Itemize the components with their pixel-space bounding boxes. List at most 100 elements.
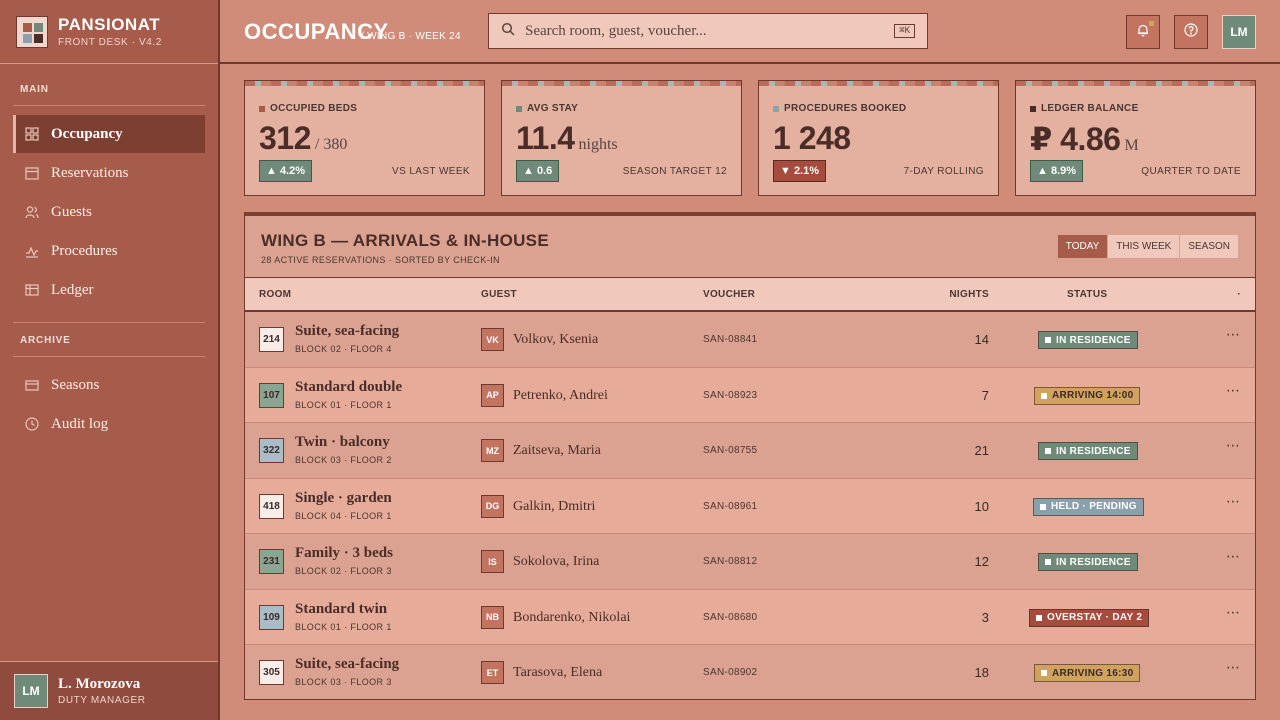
- legend-swatch: [1030, 105, 1036, 112]
- sidebar-item-ledger[interactable]: Ledger: [13, 271, 205, 309]
- more-actions-icon[interactable]: ⋯: [1226, 604, 1241, 621]
- period-tabs: TODAY THIS WEEK SEASON: [1055, 234, 1239, 259]
- room-location: BLOCK 02 · FLOOR 3: [295, 566, 392, 576]
- table-row[interactable]: 322 Twin · balcony BLOCK 03 · FLOOR 2 MZ Zai…: [245, 423, 1255, 479]
- room-type: Twin · balcony: [295, 434, 390, 450]
- sidebar-item-guests[interactable]: Guests: [13, 193, 205, 231]
- status-label: OVERSTAY · DAY 2: [1047, 612, 1143, 623]
- sidebar-item-seasons[interactable]: Seasons: [13, 366, 205, 404]
- guest-avatar: MZ: [481, 439, 504, 462]
- voucher-code: SAN-08841: [703, 334, 758, 345]
- search-box[interactable]: ⌘K: [488, 13, 928, 49]
- legend-swatch: [773, 105, 779, 112]
- table-body: 214 Suite, sea-facing BLOCK 02 · FLOOR 4 VK…: [245, 312, 1255, 699]
- sidebar-item-reservations[interactable]: Reservations: [13, 154, 205, 192]
- column-header-guest[interactable]: GUEST: [481, 289, 517, 300]
- nights-count: 3: [981, 609, 989, 625]
- brand[interactable]: PANSIONAT FRONT DESK · V4.2: [0, 0, 218, 64]
- status-label: ARRIVING 16:30: [1052, 667, 1134, 679]
- sidebar-item-label: Occupancy: [51, 125, 123, 142]
- table-row[interactable]: 231 Family · 3 beds BLOCK 02 · FLOOR 3 IS So…: [245, 534, 1255, 590]
- column-header-voucher[interactable]: VOUCHER: [703, 289, 755, 300]
- room-number: 418: [259, 493, 284, 519]
- column-header-room[interactable]: ROOM: [259, 289, 291, 300]
- kpi-stripe: [759, 81, 998, 86]
- table-row[interactable]: 107 Standard double BLOCK 01 · FLOOR 1 AP Pe…: [245, 367, 1255, 423]
- voucher-code: SAN-08680: [703, 611, 758, 623]
- more-actions-icon[interactable]: ⋯: [1226, 326, 1241, 343]
- tab-season[interactable]: SEASON: [1179, 235, 1238, 258]
- guest-avatar: AP: [481, 383, 504, 407]
- sidebar-item-occupancy[interactable]: Occupancy: [13, 115, 205, 153]
- guest-name[interactable]: Bondarenko, Nikolai: [513, 610, 630, 626]
- room-type: Suite, sea-facing: [295, 323, 400, 339]
- status-label: IN RESIDENCE: [1056, 334, 1131, 346]
- column-header-more: ·: [1237, 289, 1241, 300]
- section-label-archive: ARCHIVE: [20, 335, 71, 346]
- kpi-occupied-beds: OCCUPIED BEDS 312/ 380 ▲ 4.2% VS LAST WEE…: [244, 80, 485, 196]
- guest-name[interactable]: Tarasova, Elena: [513, 665, 602, 681]
- kpi-stripe: [502, 81, 741, 86]
- sidebar-item-audit-log[interactable]: Audit log: [13, 405, 205, 443]
- clock-icon: [25, 417, 39, 431]
- kpi-note: VS LAST WEEK: [392, 165, 470, 177]
- column-header-status[interactable]: STATUS: [1067, 289, 1107, 300]
- notification-dot: [1149, 21, 1154, 26]
- panel-title: WING B — ARRIVALS & IN-HOUSE: [261, 231, 549, 250]
- avatar[interactable]: LM: [1222, 15, 1256, 49]
- tab-today[interactable]: TODAY: [1056, 235, 1108, 258]
- sidebar-item-label: Procedures: [51, 242, 118, 259]
- nights-count: 21: [974, 443, 989, 458]
- table-row[interactable]: 418 Single · garden BLOCK 04 · FLOOR 1 DG Ga…: [245, 478, 1255, 534]
- more-actions-icon[interactable]: ⋯: [1226, 548, 1241, 565]
- guest-avatar: ET: [481, 661, 504, 684]
- current-user[interactable]: LM L. Morozova DUTY MANAGER: [0, 661, 218, 720]
- more-actions-icon[interactable]: ⋯: [1226, 659, 1241, 676]
- search-input[interactable]: [525, 22, 895, 40]
- nights-count: 10: [974, 498, 989, 514]
- column-header-nights[interactable]: NIGHTS: [949, 289, 989, 300]
- help-button[interactable]: [1174, 15, 1208, 49]
- tab-this-week[interactable]: THIS WEEK: [1107, 235, 1180, 258]
- voucher-code: SAN-08923: [703, 389, 758, 401]
- status-badge: IN RESIDENCE: [1038, 442, 1138, 460]
- calendar-icon: [25, 166, 39, 180]
- guest-name[interactable]: Sokolova, Irina: [513, 554, 599, 570]
- table-row[interactable]: 305 Suite, sea-facing BLOCK 03 · FLOOR 3 ET…: [245, 645, 1255, 699]
- kpi-label: AVG STAY: [527, 103, 579, 114]
- sidebar-item-label: Reservations: [51, 164, 129, 181]
- help-icon: [1184, 22, 1198, 42]
- sidebar-item-label: Guests: [51, 203, 92, 220]
- guest-avatar: VK: [481, 328, 504, 351]
- kpi-value: 1 248: [773, 120, 851, 156]
- legend-swatch: [259, 105, 265, 112]
- guest-name[interactable]: Galkin, Dmitri: [513, 499, 595, 515]
- kpi-note: SEASON TARGET 12: [622, 165, 727, 177]
- more-actions-icon[interactable]: ⋯: [1226, 493, 1241, 510]
- table-header: ROOM GUEST VOUCHER NIGHTS STATUS ·: [245, 278, 1255, 312]
- table-row[interactable]: 109 Standard twin BLOCK 01 · FLOOR 1 NB Bond…: [245, 589, 1255, 645]
- guest-avatar: IS: [481, 550, 504, 573]
- breadcrumb: / WING B · WEEK 24: [361, 31, 461, 42]
- kpi-stripe: [1016, 81, 1255, 86]
- more-actions-icon[interactable]: ⋯: [1226, 382, 1241, 399]
- legend-swatch: [516, 105, 522, 112]
- status-badge: HELD · PENDING: [1033, 497, 1144, 516]
- status-dot: [1041, 670, 1047, 676]
- search-icon: [501, 22, 515, 41]
- table-row[interactable]: 214 Suite, sea-facing BLOCK 02 · FLOOR 4 VK…: [245, 312, 1255, 368]
- sidebar-item-label: Ledger: [51, 281, 94, 298]
- guest-name[interactable]: Volkov, Ksenia: [513, 332, 598, 348]
- kpi-stripe: [245, 81, 484, 86]
- sidebar-item-label: Seasons: [51, 376, 100, 393]
- sidebar-item-procedures[interactable]: Procedures: [13, 232, 205, 270]
- more-actions-icon[interactable]: ⋯: [1226, 437, 1241, 454]
- sidebar-item-label: Audit log: [51, 415, 109, 432]
- notifications-button[interactable]: [1126, 15, 1160, 49]
- guest-name[interactable]: Petrenko, Andrei: [513, 388, 608, 404]
- guest-name[interactable]: Zaitseva, Maria: [513, 443, 601, 459]
- kpi-delta: ▲ 0.6: [516, 160, 560, 182]
- guest-avatar: NB: [481, 605, 504, 629]
- status-label: HELD · PENDING: [1051, 501, 1137, 512]
- topbar: OCCUPANCY / WING B · WEEK 24 ⌘K LM: [220, 0, 1280, 64]
